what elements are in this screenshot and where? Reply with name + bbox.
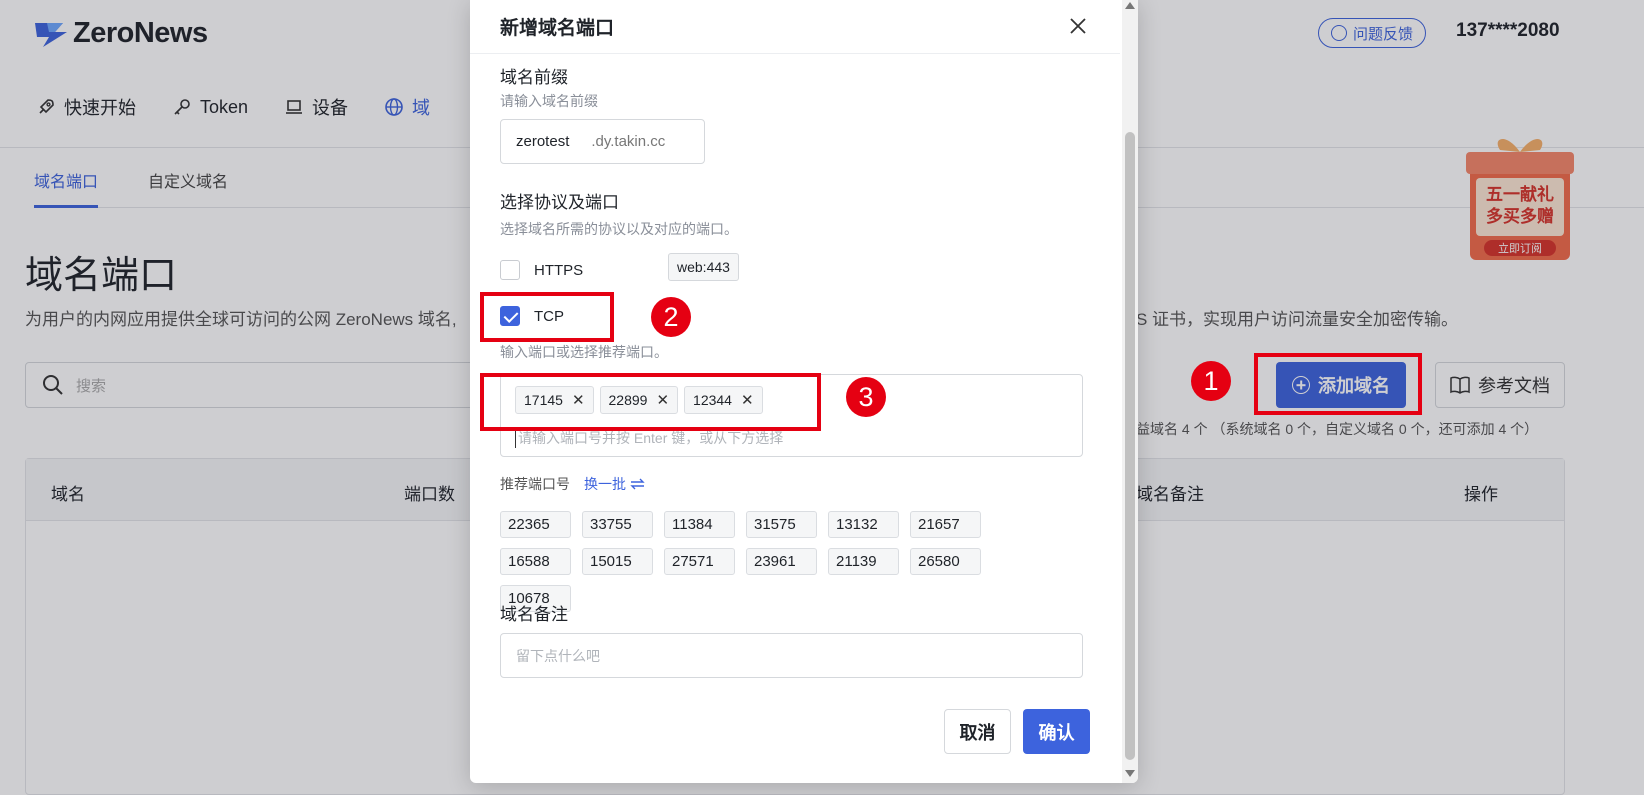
domain-suffix: .dy.takin.cc xyxy=(591,133,666,150)
scrollbar-thumb[interactable] xyxy=(1125,132,1135,760)
scroll-down-arrow-icon[interactable] xyxy=(1125,770,1135,777)
confirm-button[interactable]: 确认 xyxy=(1023,709,1090,754)
domain-remark-placeholder: 留下点什么吧 xyxy=(516,647,600,664)
refresh-ports-label: 换一批 xyxy=(584,476,626,492)
https-label: HTTPS xyxy=(534,261,584,279)
domain-prefix-hint: 请输入域名前缀 xyxy=(500,93,598,109)
scroll-up-arrow-icon[interactable] xyxy=(1125,2,1135,9)
recommended-port-chip[interactable]: 11384 xyxy=(664,511,735,538)
annotation-box-2 xyxy=(480,292,614,342)
recommended-port-chip[interactable]: 15015 xyxy=(582,548,653,575)
dialog-title: 新增域名端口 xyxy=(500,18,615,39)
recommended-ports-row: 16588 15015 27571 23961 21139 26580 1067… xyxy=(500,548,1060,612)
annotation-number-3: 3 xyxy=(846,377,886,417)
recommended-ports-header: 推荐端口号 换一批 xyxy=(500,474,645,494)
https-port-badge: web:443 xyxy=(668,253,739,281)
recommended-port-chip[interactable]: 16588 xyxy=(500,548,571,575)
domain-remark-label: 域名备注 xyxy=(500,605,568,624)
domain-prefix-input[interactable]: zerotest .dy.takin.cc xyxy=(500,119,705,164)
https-checkbox[interactable] xyxy=(500,260,520,280)
swap-icon xyxy=(630,478,645,490)
recommended-port-chip[interactable]: 21657 xyxy=(910,511,981,538)
domain-prefix-label: 域名前缀 xyxy=(500,68,568,87)
recommended-port-chip[interactable]: 33755 xyxy=(582,511,653,538)
recommended-port-chip[interactable]: 27571 xyxy=(664,548,735,575)
annotation-box-1 xyxy=(1254,353,1422,415)
dialog-scrollbar[interactable] xyxy=(1122,0,1138,783)
protocol-section-hint: 选择域名所需的协议以及对应的端口。 xyxy=(500,221,738,237)
recommended-port-chip[interactable]: 21139 xyxy=(828,548,899,575)
recommended-ports-label: 推荐端口号 xyxy=(500,476,570,492)
domain-remark-input[interactable]: 留下点什么吧 xyxy=(500,633,1083,678)
recommended-port-chip[interactable]: 26580 xyxy=(910,548,981,575)
port-input-placeholder: 请输入端口号并按 Enter 键，或从下方选择 xyxy=(515,428,783,448)
refresh-ports-button[interactable]: 换一批 xyxy=(584,474,645,494)
recommended-port-chip[interactable]: 31575 xyxy=(746,511,817,538)
protocol-section-label: 选择协议及端口 xyxy=(500,193,619,212)
close-icon[interactable] xyxy=(1066,14,1090,38)
port-input-hint: 输入端口或选择推荐端口。 xyxy=(500,344,668,360)
domain-prefix-value: zerotest xyxy=(516,133,570,150)
recommended-port-chip[interactable]: 23961 xyxy=(746,548,817,575)
annotation-number-2: 2 xyxy=(651,297,691,337)
recommended-port-chip[interactable]: 22365 xyxy=(500,511,571,538)
recommended-port-chip[interactable]: 13132 xyxy=(828,511,899,538)
cancel-button[interactable]: 取消 xyxy=(944,709,1011,754)
annotation-box-3 xyxy=(480,373,821,431)
protocol-option-https[interactable]: HTTPS xyxy=(500,260,583,280)
annotation-number-1: 1 xyxy=(1191,361,1231,401)
dialog-header: 新增域名端口 xyxy=(470,0,1120,54)
